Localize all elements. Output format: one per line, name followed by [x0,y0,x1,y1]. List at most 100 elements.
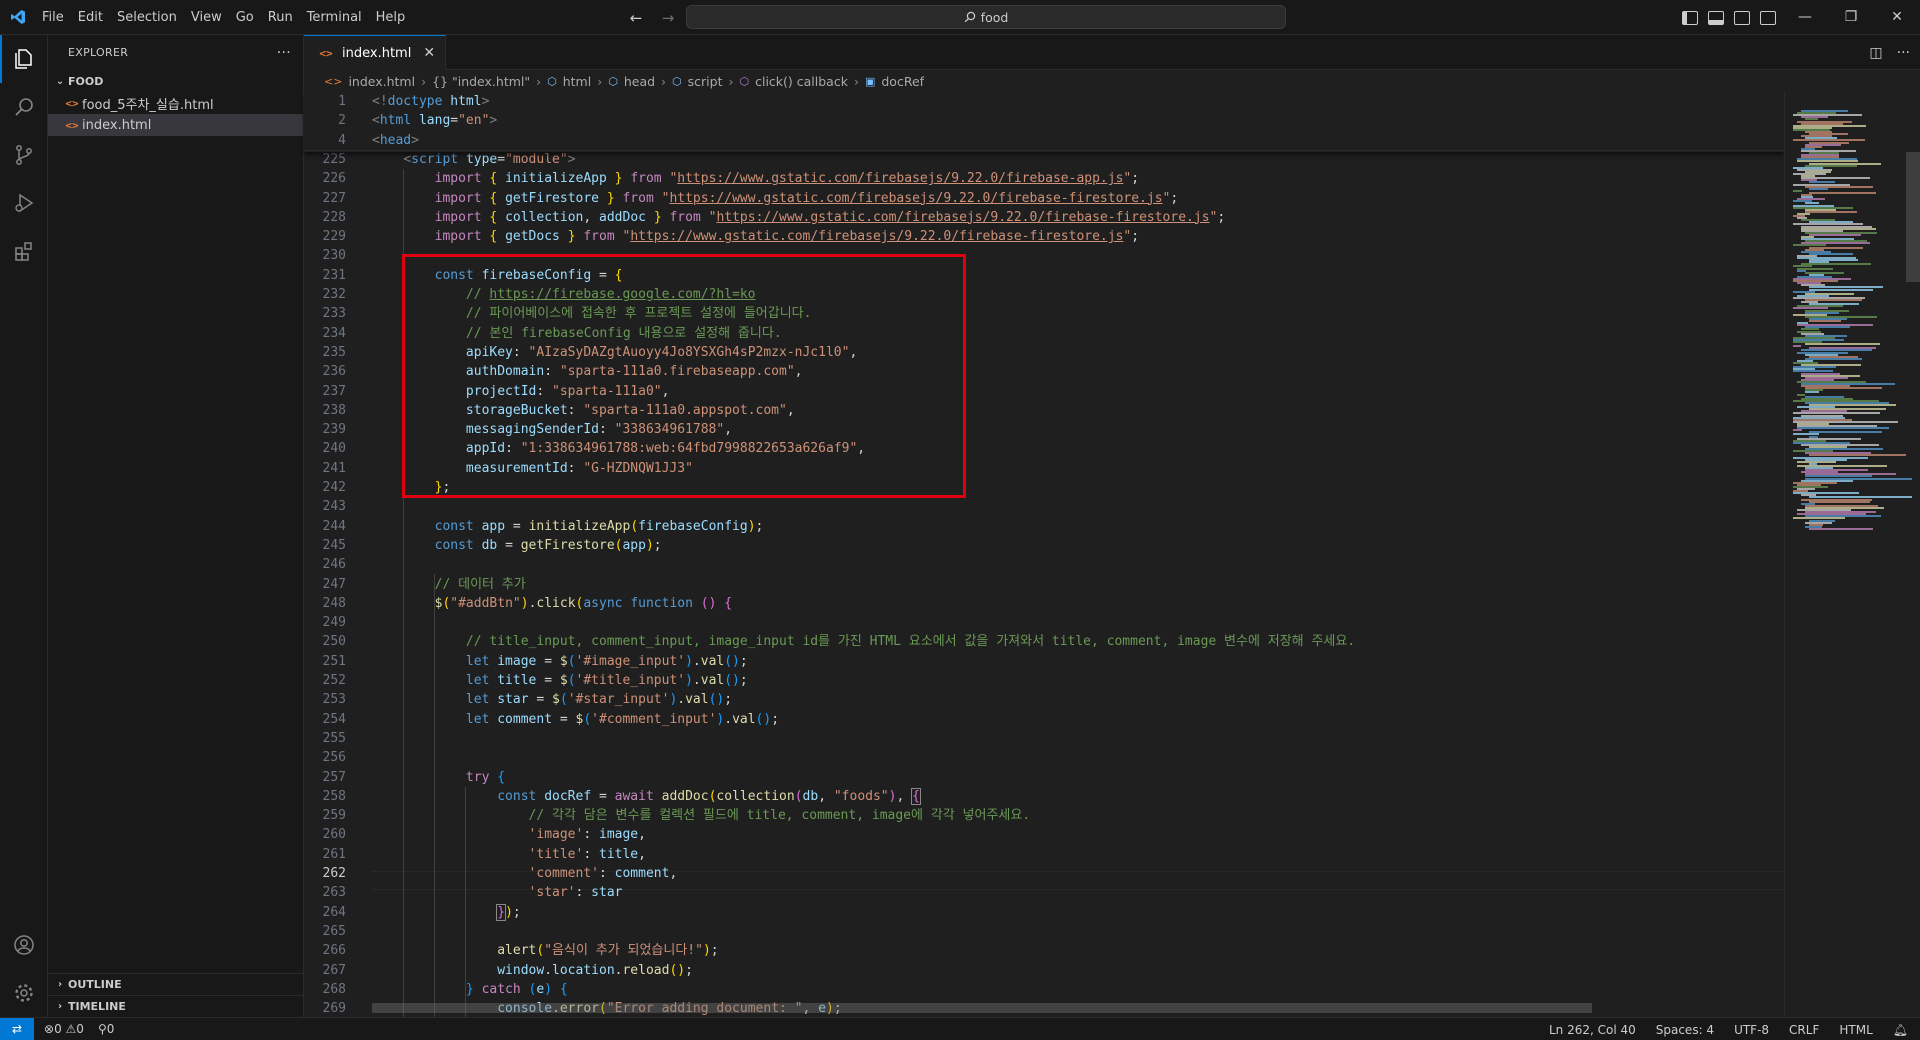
code-line: 242 }; [304,478,1784,497]
line-number: 251 [322,653,346,669]
minimap-line [1809,288,1873,291]
minimap-line [1797,427,1889,430]
remote-indicator-icon[interactable]: ⇄ [0,1017,34,1040]
timeline-title: TIMELINE [68,1000,126,1013]
code-editor[interactable]: 1 <!doctype html> 2 <html lang="en"> 4 <head>… [304,92,1784,1017]
explorer-icon[interactable] [0,35,48,83]
menu-file[interactable]: File [35,0,71,35]
breadcrumb-item[interactable]: index.html [348,74,415,89]
code-text: window.location.reload(); [497,962,693,978]
line-number: 257 [322,769,346,785]
toggle-secondary-sidebar-icon[interactable] [1734,10,1750,25]
menu-go[interactable]: Go [229,0,261,35]
menu-help[interactable]: Help [369,0,413,35]
settings-gear-icon[interactable] [0,969,48,1017]
vscode-logo-icon [0,0,35,35]
file-item-index[interactable]: <> index.html [48,114,303,136]
folder-food[interactable]: ⌄ FOOD [48,70,303,92]
editor-more-actions-icon[interactable]: ··· [1897,45,1910,61]
line-number: 266 [322,943,346,959]
breadcrumb-item[interactable]: html [563,74,591,89]
explorer-header: EXPLORER ··· [48,35,303,70]
line-number: 228 [322,209,346,225]
toggle-panel-icon[interactable] [1708,10,1724,25]
source-control-icon[interactable] [0,131,48,179]
customize-layout-icon[interactable] [1760,10,1776,25]
menu-run[interactable]: Run [261,0,300,35]
line-number: 242 [322,480,346,495]
extensions-icon[interactable] [0,227,48,275]
language-mode[interactable]: HTML [1839,1023,1872,1037]
code-line: 254 let comment = $('#comment_input').va… [304,710,1784,729]
vertical-scrollbar-thumb[interactable] [1906,152,1920,282]
code-line: 247 // 데이터 추가 [304,575,1784,594]
minimap-line [1805,343,1880,346]
breadcrumb-separator-icon: › [728,73,734,89]
menu-view[interactable]: View [184,0,229,35]
menu-terminal[interactable]: Terminal [300,0,369,35]
command-center-text: food [980,9,1009,25]
encoding[interactable]: UTF-8 [1734,1023,1769,1037]
code-line: 251 let image = $('#image_input').val(); [304,652,1784,671]
minimap-line [1809,320,1841,322]
more-actions-icon[interactable]: ··· [277,45,291,61]
restore-icon[interactable]: ❐ [1828,0,1874,35]
breadcrumb-item[interactable]: script [688,74,723,89]
code-text: // 본인 firebaseConfig 내용으로 설정해 줍니다. [465,325,782,341]
activity-bar [0,35,48,1017]
code-line: 250 // title_input, comment_input, image… [304,632,1784,651]
run-debug-icon[interactable] [0,179,48,227]
line-number: 253 [322,692,346,708]
minimize-icon[interactable]: — [1782,0,1828,35]
end-of-line[interactable]: CRLF [1789,1023,1819,1037]
breadcrumb-item[interactable]: click() callback [755,74,848,89]
accounts-icon[interactable] [0,921,48,969]
title-bar: File Edit Selection View Go Run Terminal Help ←… [0,0,1920,35]
close-tab-icon[interactable]: ✕ [423,45,435,61]
breadcrumb-item[interactable]: head [624,74,655,89]
tab-index-html[interactable]: <> index.html ✕ [304,35,447,70]
error-icon: ⊗ [44,1022,55,1036]
html-file-icon: <> [65,96,79,110]
indentation[interactable]: Spaces: 4 [1656,1023,1714,1037]
minimap[interactable] [1784,92,1920,1017]
code-line: 230 [304,246,1784,265]
status-bar: ⇄ ⊗0 ⚠0 ⚲0 Ln 262, Col 40 Spaces: 4 UTF-… [0,1017,1920,1040]
code-text: <!doctype html> [372,94,490,109]
toggle-primary-sidebar-icon[interactable] [1682,10,1698,25]
code-text: const app = initializeApp(firebaseConfig… [434,518,764,534]
ports-indicator[interactable]: ⚲0 [98,1022,114,1036]
search-icon[interactable] [0,83,48,131]
close-window-icon[interactable]: ✕ [1874,0,1920,35]
horizontal-scrollbar-thumb[interactable] [372,1003,1592,1013]
code-line: 249 [304,613,1784,632]
code-text: projectId: "sparta-111a0", [465,383,670,399]
back-arrow-icon[interactable]: ← [625,9,647,27]
code-text: // title_input, comment_input, image_inp… [465,634,1356,650]
line-number: 247 [322,576,346,592]
file-item-food-practice[interactable]: <> food_5주차_실습.html [48,92,303,114]
code-line: 244 const app = initializeApp(firebaseCo… [304,517,1784,536]
command-center-search[interactable]: food [686,5,1286,29]
menu-selection[interactable]: Selection [110,0,184,35]
problems-indicator[interactable]: ⊗0 ⚠0 [44,1022,84,1036]
line-number: 225 [322,151,346,167]
code-line: 1 <!doctype html> [304,92,1784,111]
line-number: 248 [322,595,346,611]
editor-group: <> index.html ✕ ◫ ··· <> index.html › {} "i… [304,35,1920,1017]
outline-section[interactable]: › OUTLINE [48,973,304,995]
code-line: 255 [304,729,1784,748]
code-text: measurementId: "G-HZDNQW1JJ3" [465,460,693,476]
breadcrumb-item[interactable]: docRef [881,74,924,89]
breadcrumb-item[interactable]: {} "index.html" [432,74,530,89]
line-number: 234 [322,325,346,341]
line-number: 227 [322,190,346,206]
split-editor-icon[interactable]: ◫ [1869,45,1882,61]
timeline-section[interactable]: › TIMELINE [48,995,304,1017]
menu-edit[interactable]: Edit [71,0,110,35]
explorer-sidebar: EXPLORER ··· ⌄ FOOD <> food_5주차_실습.html … [48,35,304,1017]
line-number: 246 [322,557,346,573]
notifications-bell-icon[interactable]: 🔔︎ [1893,1023,1908,1037]
forward-arrow-icon[interactable]: → [657,9,679,27]
cursor-position[interactable]: Ln 262, Col 40 [1549,1023,1636,1037]
